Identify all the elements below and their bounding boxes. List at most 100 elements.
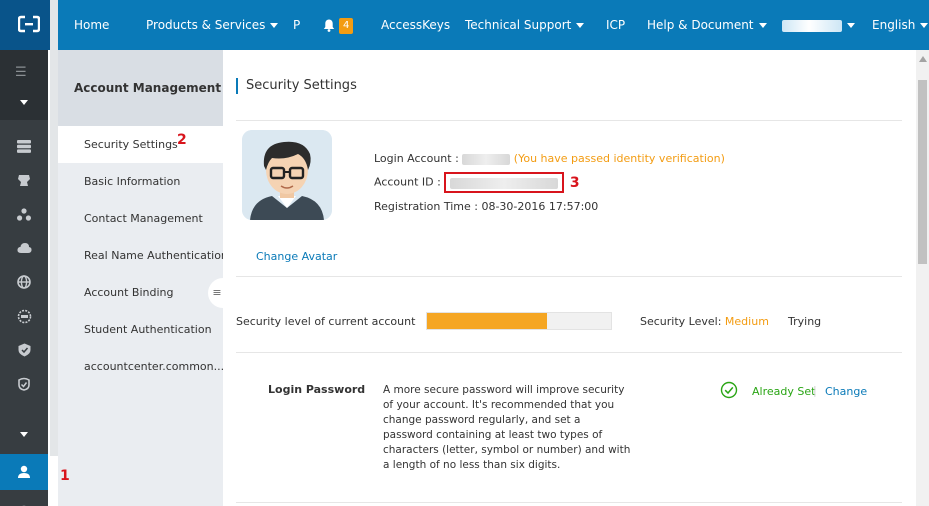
- registration-row: Registration Time : 08-30-2016 17:57:00: [374, 200, 598, 213]
- account-sidebar: Account Management Security Settings Bas…: [58, 50, 223, 506]
- rail-scrollbar[interactable]: [50, 0, 58, 456]
- registration-value: 08-30-2016 17:57:00: [481, 200, 599, 213]
- collapse-arrow-down[interactable]: [0, 84, 48, 120]
- verification-status: (You have passed identity verification): [513, 152, 725, 165]
- nav-products[interactable]: Products & Services: [146, 0, 279, 50]
- sidebar-item-account-binding[interactable]: Account Binding: [58, 274, 223, 311]
- chevron-down-icon: [847, 23, 855, 28]
- nav-p[interactable]: P: [293, 0, 300, 50]
- change-avatar-link[interactable]: Change Avatar: [256, 250, 337, 263]
- rail-item-security[interactable]: [0, 332, 48, 368]
- brand-logo-icon: [18, 15, 40, 33]
- security-level-value: Medium: [724, 315, 769, 328]
- security-level-prefix: Security Level:: [640, 315, 722, 328]
- caret-down-icon: [20, 431, 28, 437]
- rail-item-partial[interactable]: [0, 494, 48, 506]
- divider: [236, 352, 902, 353]
- sidebar-item-basic-information[interactable]: Basic Information: [58, 163, 223, 200]
- scroll-up-arrow-icon[interactable]: [919, 56, 927, 62]
- divider: [236, 120, 902, 121]
- already-set-status: Already Set: [752, 385, 816, 398]
- chevron-down-icon: [576, 23, 585, 28]
- notifications-button[interactable]: 4: [323, 0, 354, 50]
- rail-item-global[interactable]: [0, 264, 48, 300]
- rail-expand-arrow[interactable]: [0, 416, 48, 452]
- rail-item-network[interactable]: [0, 196, 48, 232]
- sidebar-item-contact-management[interactable]: Contact Management: [58, 200, 223, 237]
- scrollbar-thumb[interactable]: [918, 80, 927, 264]
- user-menu[interactable]: [782, 0, 855, 50]
- trying-label: Trying: [788, 315, 822, 328]
- check-circle-icon: [720, 381, 738, 399]
- language-menu[interactable]: English: [872, 0, 929, 50]
- rail-item-account[interactable]: [0, 454, 48, 490]
- rail-item-monitor[interactable]: [0, 366, 48, 402]
- account-id-highlight: [444, 172, 565, 193]
- annotation-marker-2: 2: [177, 132, 187, 148]
- nav-help[interactable]: Help & Document: [647, 0, 767, 50]
- rail-item-cloud[interactable]: [0, 230, 48, 266]
- shield-icon: [18, 343, 30, 357]
- sidebar-item-student-authentication[interactable]: Student Authentication: [58, 311, 223, 348]
- caret-down-icon: [20, 99, 28, 105]
- collapse-sidebar-icon: ≡: [212, 286, 222, 299]
- link-separator: |: [813, 384, 817, 397]
- nav-accesskeys[interactable]: AccessKeys: [381, 0, 450, 50]
- user-icon: [18, 465, 30, 478]
- account-id-label: Account ID :: [374, 175, 441, 189]
- top-nav: Home Products & Services P 4 AccessKeys …: [0, 0, 929, 50]
- login-password-title: Login Password: [268, 383, 366, 396]
- gauge-icon: [18, 377, 30, 391]
- avatar-illustration: [242, 130, 332, 220]
- security-progress-fill: [427, 313, 547, 329]
- avatar[interactable]: [242, 130, 332, 220]
- dns-icon: [17, 309, 31, 323]
- menu-icon[interactable]: ☰: [15, 65, 27, 80]
- sidebar-item-security-settings[interactable]: Security Settings: [58, 126, 223, 163]
- nav-support[interactable]: Technical Support: [465, 0, 585, 50]
- cloud-icon: [16, 243, 32, 253]
- page-title: Security Settings: [236, 78, 357, 94]
- sidebar-heading: Account Management: [58, 50, 223, 126]
- rail-item-dns[interactable]: [0, 298, 48, 334]
- nav-products-label: Products & Services: [146, 18, 266, 32]
- database-icon: [18, 174, 30, 186]
- nav-support-label: Technical Support: [465, 18, 572, 32]
- bell-icon: [323, 19, 335, 32]
- server-icon: [17, 139, 31, 153]
- sidebar-item-accountcenter-common[interactable]: accountcenter.common....: [58, 348, 223, 385]
- security-level-label: Security level of current account: [236, 315, 416, 328]
- globe-icon: [17, 275, 31, 289]
- rail-item-database[interactable]: [0, 162, 48, 198]
- annotation-marker-1: 1: [60, 468, 70, 484]
- divider: [236, 502, 902, 503]
- network-icon: [17, 207, 31, 221]
- username-redacted: [782, 19, 842, 32]
- login-password-description: A more secure password will improve secu…: [383, 384, 631, 471]
- main-content: Security Settings Change Avatar Login Ac…: [236, 50, 916, 506]
- security-progress-bar: [426, 312, 612, 330]
- security-level-status: Security Level: Medium: [640, 315, 769, 328]
- annotation-marker-3: 3: [569, 174, 580, 191]
- chevron-down-icon: [920, 23, 929, 28]
- login-account-label: Login Account :: [374, 152, 459, 165]
- chevron-down-icon: [758, 23, 767, 28]
- language-label: English: [872, 18, 916, 32]
- product-rail: ☰: [0, 50, 48, 506]
- divider: [236, 276, 902, 277]
- rail-header: ☰: [0, 50, 48, 120]
- nav-help-label: Help & Document: [647, 18, 754, 32]
- login-account-redacted: [462, 153, 511, 165]
- change-password-link[interactable]: Change: [825, 385, 867, 398]
- registration-label: Registration Time :: [374, 200, 478, 213]
- sidebar-item-real-name-authentication[interactable]: Real Name Authentication: [58, 237, 223, 274]
- login-account-row: Login Account : (You have passed identit…: [374, 152, 725, 165]
- nav-icp[interactable]: ICP: [606, 0, 625, 50]
- page-scrollbar[interactable]: [916, 50, 929, 506]
- chevron-down-icon: [270, 23, 279, 28]
- account-id-redacted: [450, 177, 559, 189]
- account-id-row: Account ID : 3: [374, 172, 580, 193]
- nav-home[interactable]: Home: [74, 0, 109, 50]
- notification-count-badge: 4: [339, 17, 354, 34]
- rail-item-servers[interactable]: [0, 128, 48, 164]
